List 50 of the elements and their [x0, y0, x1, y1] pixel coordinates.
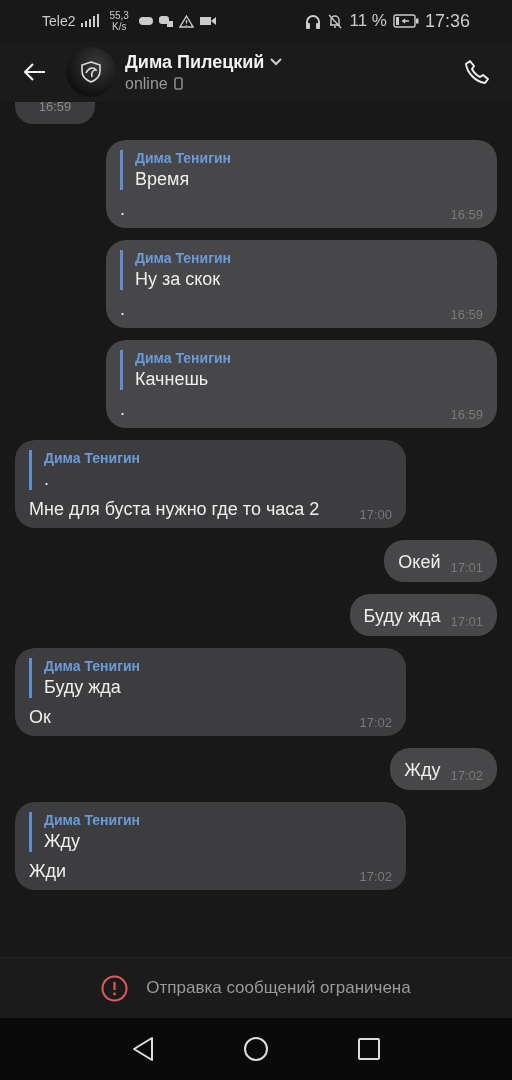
message-time: 17:02	[359, 715, 392, 730]
chevron-down-icon[interactable]	[270, 58, 283, 66]
video-camera-icon	[199, 16, 216, 26]
message-text: Буду жда	[363, 605, 441, 628]
reply-quote[interactable]: Дима Тенигин .	[29, 450, 392, 490]
quote-text: Жду	[44, 831, 82, 852]
carrier-name: Tele2	[42, 13, 76, 29]
headphones-icon	[305, 13, 322, 29]
message-time: 17:00	[359, 507, 392, 522]
online-status: online	[125, 74, 168, 93]
alert-icon	[101, 974, 129, 1002]
quote-author: Дима Тенигин	[44, 450, 142, 466]
message-text: Окей	[398, 551, 441, 574]
reply-quote[interactable]: Дима Тенигин Время	[120, 150, 483, 190]
net-speed-unit: K/s	[111, 21, 127, 32]
reply-quote[interactable]: Дима Тенигин Ну за скок	[120, 250, 483, 290]
shield-icon	[81, 61, 101, 83]
quote-text: Буду жда	[44, 677, 122, 698]
quote-author: Дима Тенигин	[135, 350, 233, 366]
quote-author: Дима Тенигин	[44, 812, 142, 828]
battery-icon	[392, 14, 419, 28]
net-speed: 55,3	[109, 10, 129, 21]
message-text: Жду	[404, 759, 441, 782]
message-text: Мне для буста нужно где то часа 2	[29, 498, 320, 521]
reply-quote[interactable]: Дима Тенигин Качнешь	[120, 350, 483, 390]
quote-text: Качнешь	[135, 369, 210, 390]
muted-bell-icon	[327, 13, 344, 29]
reply-quote[interactable]: Дима Тенигин Буду жда	[29, 658, 392, 698]
quote-author: Дима Тенигин	[135, 250, 233, 266]
reply-quote[interactable]: Дима Тенигин Жду	[29, 812, 392, 852]
warning-icon	[178, 14, 194, 28]
battery-percent: 11 %	[349, 11, 387, 31]
quote-text: .	[44, 469, 50, 490]
quote-author: Дима Тенигин	[135, 150, 233, 166]
message-text: .	[120, 398, 125, 421]
restriction-notice: Отправка сообщений ограничена	[146, 978, 411, 998]
clock-time: 17:36	[424, 10, 470, 32]
message-time: 17:02	[359, 869, 392, 884]
quote-text: Ну за скок	[135, 269, 222, 290]
quote-author: Дима Тенигин	[44, 658, 142, 674]
contact-name[interactable]: Дима Пилецкий	[125, 51, 265, 73]
message-text: .	[120, 198, 125, 221]
message-text: .	[120, 298, 125, 321]
message-text: Ок	[29, 706, 51, 729]
phone-device-icon	[173, 77, 183, 90]
message-time: 16:59	[38, 102, 72, 114]
phone-icon	[464, 59, 490, 85]
back-arrow-icon	[24, 63, 46, 81]
message-text: Жди	[29, 860, 67, 883]
quote-text: Время	[135, 169, 191, 190]
